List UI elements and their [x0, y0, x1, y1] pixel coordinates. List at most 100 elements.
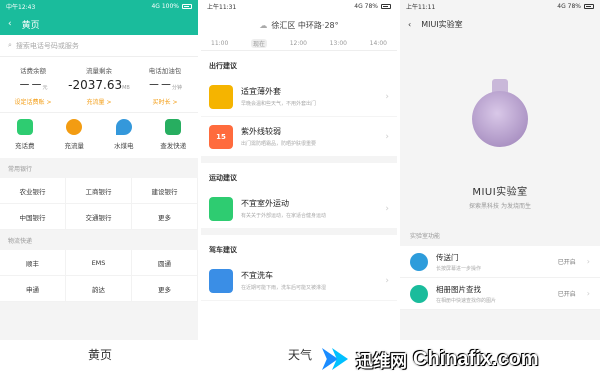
card-title: 不宜洗车	[241, 271, 273, 280]
location-bar[interactable]: ☁ 徐汇区 中环路·28°	[201, 13, 397, 37]
back-icon[interactable]: ‹	[8, 19, 12, 29]
location-text: 徐汇区 中环路·28°	[271, 20, 339, 30]
grid-item[interactable]: 工商银行	[66, 178, 132, 204]
search-placeholder: 搜索电话号码或服务	[15, 41, 79, 50]
water-drop-icon	[115, 119, 132, 135]
package-icon	[165, 119, 182, 135]
stat-unit: 元	[42, 85, 48, 91]
page-title: 黄页	[21, 20, 40, 31]
suggestion-card[interactable]: 不宜洗车在近期可能下雨，洗车后可能又被淋湿 ›	[201, 261, 397, 301]
section-label: 实验室功能	[410, 233, 441, 240]
grid-item[interactable]: 圆通	[132, 250, 198, 276]
cloud-icon: ☁	[259, 20, 268, 30]
lab-item-portal[interactable]: 传送门 长按屏幕进一步操作 已开启 ›	[400, 246, 600, 278]
grid-item[interactable]: 更多	[132, 204, 198, 230]
stat-value: －－	[147, 78, 172, 92]
suggestion-card[interactable]: 15 紫外线较弱 出门需防晒霜品，防晒护肤很重要 ›	[201, 117, 397, 157]
stat-balance[interactable]: 话费余额 －－元 设定话费账 >	[0, 65, 66, 106]
title-bar: ‹ MIUI实验室	[400, 13, 600, 35]
chevron-right-icon: ›	[385, 91, 389, 102]
flask-icon	[472, 79, 528, 149]
grid-item[interactable]: 交通银行	[66, 204, 132, 230]
status-bar: 中午12:43 4G 100%	[0, 0, 198, 13]
chevron-right-icon: ›	[385, 203, 389, 214]
card-title: 紫外线较弱	[241, 127, 281, 136]
portal-icon	[410, 252, 428, 271]
recharge-button[interactable]: 充话费	[0, 119, 50, 150]
item-status: 已开启	[557, 259, 576, 266]
grid-item[interactable]: 更多	[132, 276, 198, 302]
stat-link[interactable]: 充流量 >	[66, 97, 132, 106]
section-travel: 出行建议	[209, 62, 237, 70]
status-time: 上午11:11	[406, 4, 436, 11]
status-right: 4G 78%	[354, 3, 378, 10]
chevron-right-icon: ›	[385, 275, 389, 286]
service-icons: 充话费 充流量 水煤电 查发快递	[0, 112, 198, 158]
stat-label: 话费余额	[20, 67, 46, 75]
hero-title: MIUI实验室	[472, 187, 528, 198]
grid-item[interactable]: 建设银行	[132, 178, 198, 204]
uv-icon: 15	[209, 124, 233, 149]
status-bar: 上午11:11 4G 78%	[400, 0, 600, 13]
stat-value: -2037.63	[68, 78, 123, 92]
back-icon[interactable]: ‹	[408, 20, 411, 29]
status-right: 4G 100%	[151, 3, 179, 10]
stat-unit: 分钟	[172, 85, 183, 91]
status-bar: 上午11:31 4G 78%	[201, 0, 397, 13]
chevron-right-icon: ›	[586, 289, 590, 298]
status-right: 4G 78%	[557, 3, 581, 10]
section-sport: 运动建议	[209, 174, 237, 182]
icon-label: 水煤电	[114, 142, 134, 150]
stat-label: 电话加油包	[148, 67, 182, 75]
stats-row: 话费余额 －－元 设定话费账 > 流量剩余 -2037.63MB 充流量 > 电…	[0, 57, 198, 112]
watermark-en: Chinafix.com	[413, 347, 539, 370]
card-sub: 出门需防晒霜品，防晒护肤很重要	[241, 141, 317, 147]
grid-item[interactable]: 申通	[0, 276, 66, 302]
time-label: 11:00	[211, 40, 229, 47]
data-icon	[66, 119, 83, 135]
hourly-timebar[interactable]: 11:00 现在 12:00 13:00 14:00	[201, 37, 397, 51]
utilities-button[interactable]: 水煤电	[99, 119, 149, 150]
lab-item-photo-search[interactable]: 相册图片查找 在相册中快速查找你的图片 已开启 ›	[400, 278, 600, 310]
dumbbell-icon	[209, 196, 233, 221]
grid-item[interactable]: 韵达	[66, 276, 132, 302]
icon-label: 充话费	[15, 142, 35, 150]
car-icon	[209, 268, 233, 293]
suggestion-card[interactable]: 适宜薄外套 早晚会温和些天气，不用外套出门 ›	[201, 77, 397, 117]
section-express: 物流快递	[8, 238, 33, 245]
stat-link[interactable]: 设定话费账 >	[0, 97, 66, 106]
stat-minutes[interactable]: 电话加油包 －－分钟 买时长 >	[132, 65, 198, 106]
suggestion-card[interactable]: 不宜室外运动 有关关于外部运动，在家适合健身运动 ›	[201, 189, 397, 229]
grid-item[interactable]: 顺丰	[0, 250, 66, 276]
hero-subtitle: 探索黑科技 为发烧而生	[469, 203, 531, 210]
search-input[interactable]: ⌕ 搜索电话号码或服务	[0, 35, 198, 57]
grid-item[interactable]: 农业银行	[0, 178, 66, 204]
stat-data[interactable]: 流量剩余 -2037.63MB 充流量 >	[66, 65, 132, 106]
time-label: 现在	[250, 39, 267, 48]
phone-yellow-pages: 中午12:43 4G 100% ‹ 黄页 ⌕ 搜索电话号码或服务 话费余额 －－…	[0, 0, 198, 340]
phone-miui-lab: 上午11:11 4G 78% ‹ MIUI实验室 MIUI实验室 探索黑科技 为…	[400, 0, 600, 340]
data-recharge-button[interactable]: 充流量	[50, 119, 100, 150]
photo-search-icon	[410, 284, 428, 303]
caption-middle: 天气	[288, 348, 313, 362]
item-title: 传送门	[436, 252, 459, 262]
grid-item[interactable]: 中国银行	[0, 204, 66, 230]
battery-icon	[584, 4, 594, 9]
title-bar: ‹ 黄页	[0, 13, 198, 35]
stat-link[interactable]: 买时长 >	[132, 97, 198, 106]
bank-grid: 农业银行 工商银行 建设银行 中国银行 交通银行 更多	[0, 178, 198, 230]
chinafix-logo-icon	[320, 344, 350, 374]
stat-value: －－	[18, 78, 43, 92]
time-label: 13:00	[329, 40, 347, 47]
hero: MIUI实验室 探索黑科技 为发烧而生	[400, 35, 600, 225]
caption-left: 黄页	[88, 348, 113, 362]
card-sub: 在近期可能下雨，洗车后可能又被淋湿	[241, 285, 327, 291]
grid-item[interactable]: EMS	[66, 250, 132, 276]
yen-icon	[16, 119, 33, 135]
item-sub: 在相册中快速查找你的图片	[436, 297, 497, 304]
express-button[interactable]: 查发快递	[149, 119, 199, 150]
card-title: 不宜室外运动	[241, 199, 289, 208]
status-time: 中午12:43	[6, 4, 36, 11]
battery-icon	[182, 4, 192, 9]
time-label: 14:00	[369, 40, 387, 47]
